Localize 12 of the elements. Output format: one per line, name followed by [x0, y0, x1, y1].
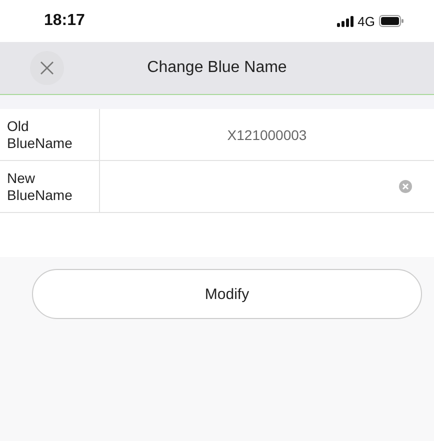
modify-button[interactable]: Modify: [32, 269, 422, 319]
clear-icon[interactable]: [399, 180, 412, 193]
close-icon: [40, 61, 54, 75]
field-label: New BlueName: [0, 161, 100, 212]
field-value: X121000003: [226, 126, 308, 144]
field-label: Old BlueName: [0, 109, 100, 160]
battery-icon: [379, 15, 404, 27]
signal-icon: [336, 16, 354, 26]
close-button[interactable]: [30, 51, 64, 85]
network-label: 4G: [358, 14, 375, 28]
header-title: Change Blue Name: [146, 59, 288, 77]
status-time: 18:17: [44, 12, 85, 30]
